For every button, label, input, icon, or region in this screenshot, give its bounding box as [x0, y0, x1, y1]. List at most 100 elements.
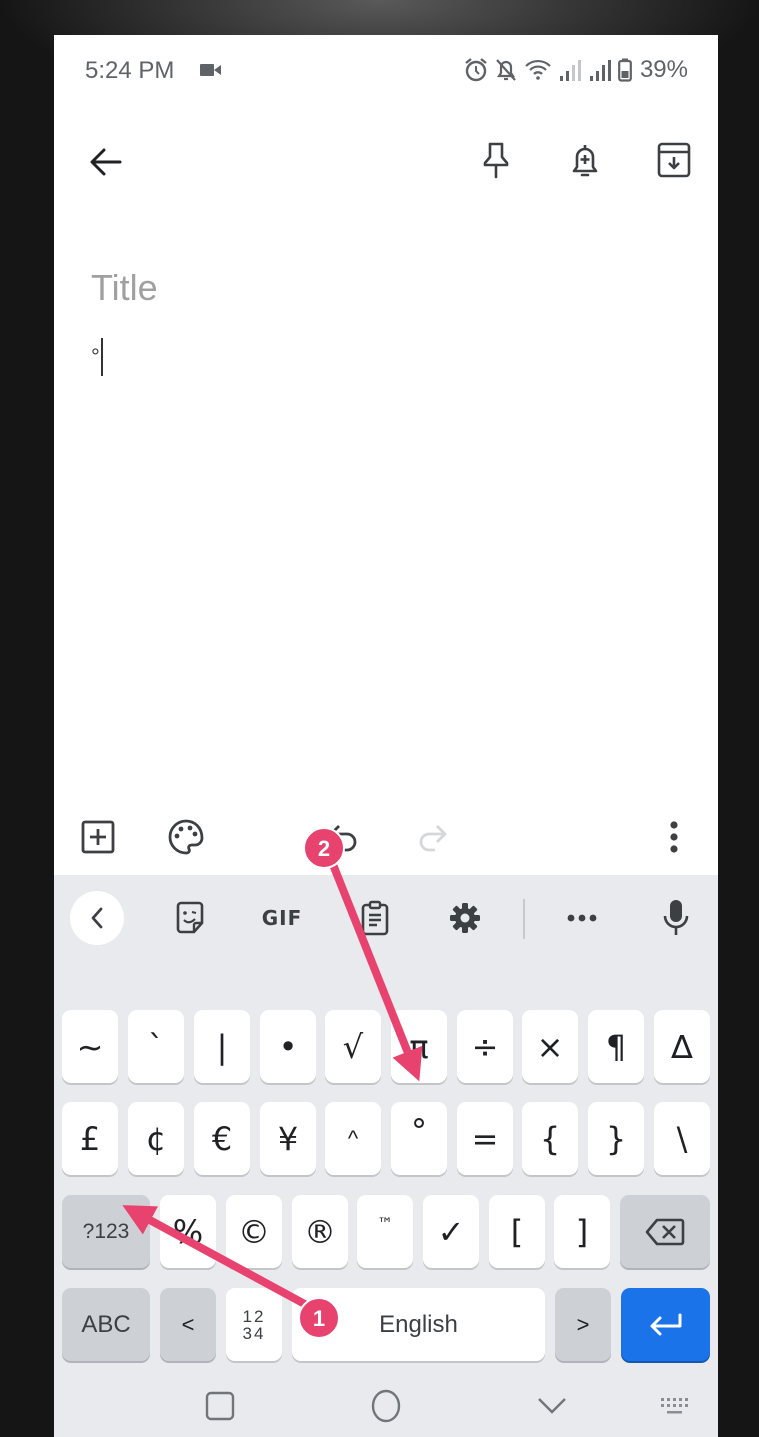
key-yen[interactable]: ¥: [260, 1102, 316, 1175]
key-tilde[interactable]: ~: [62, 1010, 118, 1083]
signal-icon: [559, 60, 581, 81]
key-label: ABC: [81, 1310, 131, 1338]
key-backslash[interactable]: \: [654, 1102, 710, 1175]
key-label: ]: [575, 1212, 589, 1251]
key-divide[interactable]: ÷: [457, 1010, 513, 1083]
more-tools-button[interactable]: [562, 895, 602, 941]
back-down-icon: [538, 1398, 566, 1414]
key-degree[interactable]: °: [391, 1102, 447, 1175]
key-right-brace[interactable]: }: [588, 1102, 644, 1175]
undo-button[interactable]: [320, 813, 368, 861]
redo-button[interactable]: [408, 813, 456, 861]
key-registered[interactable]: ®: [292, 1195, 348, 1268]
key-bullet[interactable]: •: [260, 1010, 316, 1083]
key-label: ¢: [145, 1119, 167, 1158]
enter-icon: [650, 1313, 681, 1335]
abc-key[interactable]: ABC: [62, 1288, 150, 1361]
key-label: `: [148, 1027, 164, 1066]
key-label: ¥: [277, 1119, 299, 1158]
key-label: |: [216, 1027, 228, 1066]
voice-input-button[interactable]: [656, 895, 696, 941]
alarm-icon: [465, 58, 487, 82]
key-equals[interactable]: =: [457, 1102, 513, 1175]
editor-toolbar: [54, 803, 718, 873]
key-euro[interactable]: €: [194, 1102, 250, 1175]
numpad-label: 12 34: [243, 1308, 266, 1342]
home-button[interactable]: [362, 1382, 410, 1430]
key-label: ~: [76, 1027, 104, 1066]
more-options-button[interactable]: [650, 813, 698, 861]
keyboard-back-button[interactable]: [70, 891, 124, 945]
enter-key[interactable]: [621, 1288, 710, 1361]
back-down-button[interactable]: [528, 1382, 576, 1430]
gif-label: GIF: [261, 906, 303, 930]
key-label: English: [379, 1310, 458, 1338]
key-checkmark[interactable]: ✓: [423, 1195, 479, 1268]
key-label: %: [172, 1212, 204, 1251]
redo-icon: [419, 825, 447, 852]
symbols-toggle-key[interactable]: ?123: [62, 1195, 150, 1268]
key-percent[interactable]: %: [160, 1195, 216, 1268]
home-icon: [371, 1389, 401, 1423]
sticker-button[interactable]: [170, 895, 210, 941]
archive-icon: [657, 142, 691, 178]
backspace-icon: [645, 1218, 685, 1245]
reminder-button[interactable]: [561, 136, 609, 184]
key-trademark[interactable]: ™: [357, 1195, 413, 1268]
keyboard-settings-button[interactable]: [445, 895, 485, 941]
battery-percent: 39%: [639, 56, 688, 83]
numpad-key[interactable]: 12 34: [226, 1288, 282, 1361]
key-label: ✓: [437, 1212, 465, 1251]
add-button[interactable]: [74, 813, 122, 861]
wifi-icon: [525, 59, 551, 80]
space-key[interactable]: English: [292, 1288, 545, 1361]
key-left-brace[interactable]: {: [522, 1102, 578, 1175]
key-sqrt[interactable]: √: [325, 1010, 381, 1083]
key-right-bracket[interactable]: ]: [554, 1195, 610, 1268]
archive-button[interactable]: [650, 136, 698, 184]
key-multiply[interactable]: ×: [522, 1010, 578, 1083]
key-caret[interactable]: ^: [325, 1102, 381, 1175]
navigation-bar: [54, 1375, 718, 1437]
key-label: ^: [347, 1125, 359, 1151]
bell-plus-icon: [572, 145, 598, 177]
clipboard-button[interactable]: [355, 895, 395, 941]
back-button[interactable]: [82, 138, 130, 186]
key-backtick[interactable]: `: [128, 1010, 184, 1083]
key-pi[interactable]: π: [391, 1010, 447, 1083]
battery-icon: [618, 58, 632, 82]
backspace-key[interactable]: [620, 1195, 710, 1268]
toolbar-divider: [523, 899, 525, 939]
key-greater-than[interactable]: >: [555, 1288, 611, 1361]
palette-button[interactable]: [162, 813, 210, 861]
recents-button[interactable]: [196, 1382, 244, 1430]
key-left-bracket[interactable]: [: [489, 1195, 545, 1268]
key-label: ©: [238, 1212, 270, 1251]
key-label: ™: [377, 1214, 393, 1233]
pin-icon: [483, 142, 509, 179]
chevron-left-icon: [91, 907, 103, 929]
pin-button[interactable]: [472, 136, 520, 184]
key-pound[interactable]: £: [62, 1102, 118, 1175]
note-title-input[interactable]: Title: [91, 267, 158, 309]
phone-screen: 5:24 PM 39% Title ° GIF ~ ` | • √ π ÷ × …: [54, 35, 718, 1437]
key-cent[interactable]: ¢: [128, 1102, 184, 1175]
add-box-icon: [81, 820, 115, 854]
mic-icon: [663, 900, 689, 935]
key-label: \: [676, 1119, 688, 1158]
key-label: {: [539, 1119, 561, 1158]
key-less-than[interactable]: <: [160, 1288, 216, 1361]
recents-icon: [205, 1391, 235, 1421]
key-copyright[interactable]: ©: [226, 1195, 282, 1268]
gif-button[interactable]: GIF: [254, 895, 310, 941]
key-label: ¶: [605, 1027, 627, 1066]
key-label: ×: [536, 1027, 564, 1066]
key-pilcrow[interactable]: ¶: [588, 1010, 644, 1083]
key-delta[interactable]: ∆: [654, 1010, 710, 1083]
keyboard: GIF ~ ` | • √ π ÷ × ¶ ∆ £ ¢ € ¥ ^ ° = {…: [54, 875, 718, 1437]
more-horiz-icon: [567, 914, 597, 922]
key-pipe[interactable]: |: [194, 1010, 250, 1083]
keyboard-switch-button[interactable]: [650, 1382, 698, 1430]
note-body-input[interactable]: °: [91, 337, 103, 377]
undo-icon: [329, 825, 357, 852]
